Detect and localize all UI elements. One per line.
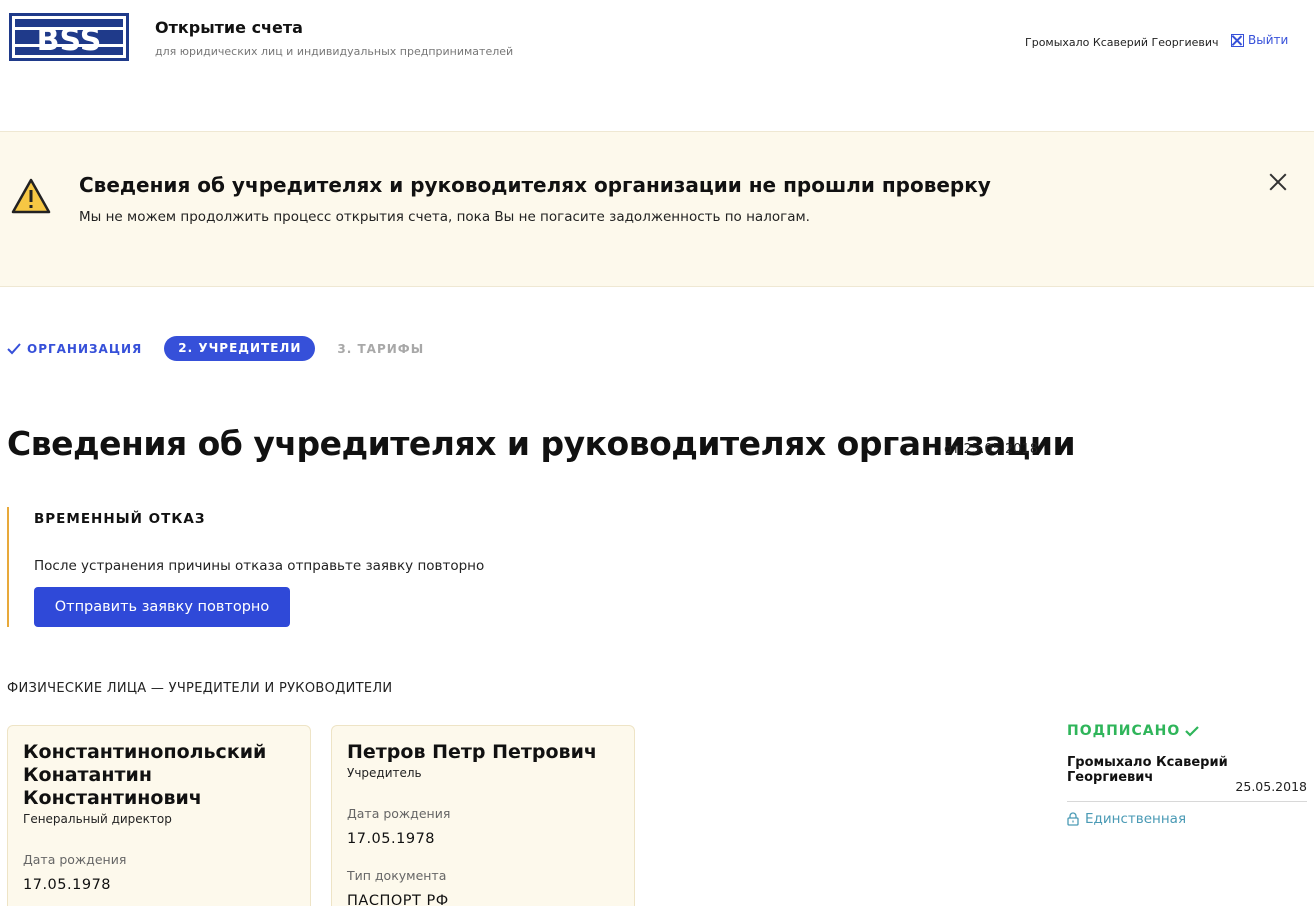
birth-date-label: Дата рождения xyxy=(23,852,127,867)
rejection-block: ВРЕМЕННЫЙ ОТКАЗ После устранения причины… xyxy=(7,507,507,627)
person-card[interactable]: Константинопольский Конатантин Константи… xyxy=(7,725,311,906)
check-icon xyxy=(1185,725,1200,737)
step-tariffs[interactable]: 3. ТАРИФЫ xyxy=(337,342,424,356)
signature-type-label: Единственная xyxy=(1085,811,1187,827)
divider xyxy=(1067,801,1307,802)
alert-title: Сведения об учредителях и руководителях … xyxy=(79,173,991,197)
logout-label: Выйти xyxy=(1248,33,1289,47)
step-label: ОРГАНИЗАЦИЯ xyxy=(27,341,143,356)
page-date: от 25.05.2018 xyxy=(944,442,1039,457)
signature-status: ПОДПИСАНО xyxy=(1067,723,1200,739)
signature-date: 25.05.2018 xyxy=(1235,779,1307,794)
current-user-name: Громыхало Ксаверий Георгиевич xyxy=(1025,36,1219,49)
app-subtitle: для юридических лиц и индивидуальных пре… xyxy=(155,45,514,58)
person-card[interactable]: Петров Петр Петрович Учредитель Дата рож… xyxy=(331,725,635,906)
resend-application-button[interactable]: Отправить заявку повторно xyxy=(34,587,290,627)
lock-icon xyxy=(1067,812,1079,826)
document-type-label: Тип документа xyxy=(347,868,447,883)
signature-type-link[interactable]: Единственная xyxy=(1067,811,1186,827)
progress-stepper: ОРГАНИЗАЦИЯ 2. УЧРЕДИТЕЛИ 3. ТАРИФЫ xyxy=(7,336,424,361)
step-organization[interactable]: ОРГАНИЗАЦИЯ xyxy=(7,342,142,356)
person-name: Петров Петр Петрович xyxy=(347,741,597,763)
app-title: Открытие счета xyxy=(155,18,303,37)
persons-section-label: ФИЗИЧЕСКИЕ ЛИЦА — УЧРЕДИТЕЛИ И РУКОВОДИТ… xyxy=(7,681,393,696)
person-name: Константинопольский Конатантин Константи… xyxy=(23,741,267,809)
birth-date-value: 17.05.1978 xyxy=(23,877,112,893)
logout-x-icon xyxy=(1231,33,1244,47)
person-role: Генеральный директор xyxy=(23,812,172,826)
page-title: Сведения об учредителях и руководителях … xyxy=(7,424,1076,463)
error-alert-banner: Сведения об учредителях и руководителях … xyxy=(0,131,1314,287)
person-role: Учредитель xyxy=(347,766,422,780)
document-type-value: ПАСПОРТ РФ xyxy=(347,893,449,906)
birth-date-label: Дата рождения xyxy=(347,806,451,821)
logout-link[interactable]: Выйти xyxy=(1231,33,1288,47)
signature-status-label: ПОДПИСАНО xyxy=(1067,723,1181,739)
close-icon[interactable] xyxy=(1267,171,1289,193)
warning-triangle-icon xyxy=(11,178,51,214)
bss-logo: BSS xyxy=(9,13,129,61)
app-header: BSS Открытие счета для юридических лиц и… xyxy=(0,0,1314,131)
check-icon xyxy=(7,342,21,354)
alert-text: Мы не можем продолжить процесс открытия … xyxy=(79,209,810,225)
logo-text: BSS xyxy=(37,23,102,58)
rejection-text: После устранения причины отказа отправьт… xyxy=(34,558,485,574)
rejection-title: ВРЕМЕННЫЙ ОТКАЗ xyxy=(34,511,206,527)
step-founders[interactable]: 2. УЧРЕДИТЕЛИ xyxy=(164,336,316,361)
birth-date-value: 17.05.1978 xyxy=(347,831,436,847)
